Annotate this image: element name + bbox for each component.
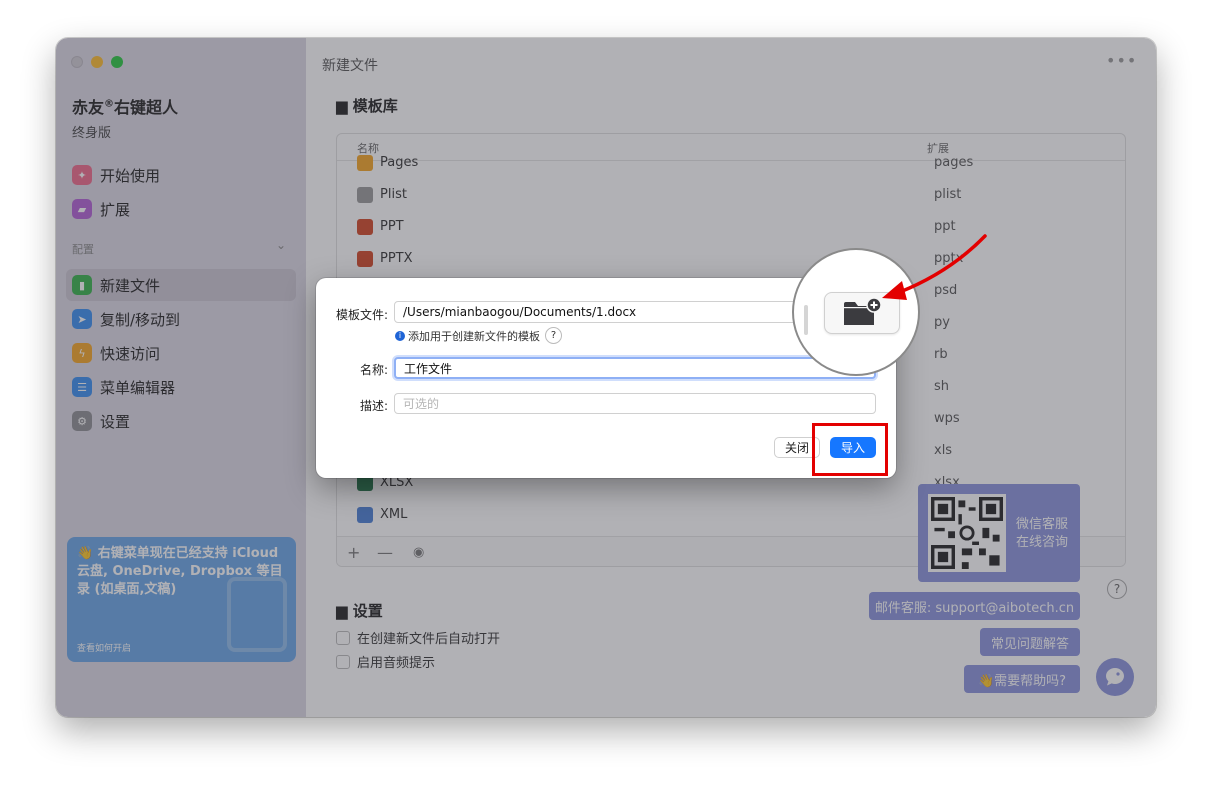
wechat-support-panel[interactable]: 微信客服 在线咨询 [918,484,1080,582]
plist-file-icon [357,187,373,203]
description-input[interactable] [394,393,876,414]
remove-template-button[interactable]: — [377,543,393,562]
row-name: Plist [380,187,407,202]
document-icon: ▆ [336,602,348,620]
name-input[interactable] [394,357,876,379]
row-extension: py [934,315,950,330]
sidebar: 赤友®右键超人 终身版 ✦ 开始使用 ▰ 扩展 配置 ⌄ ▮ 新建文件 ➤ 复制… [56,38,306,717]
audio-hint-label: 启用音频提示 [357,656,436,671]
window-minimize-button[interactable] [91,56,103,68]
row-name: PPT [380,219,404,234]
row-extension: plist [934,187,962,202]
row-name: XML [380,507,408,522]
sidebar-item-label: 新建文件 [100,276,161,295]
bolt-icon: ϟ [72,343,92,363]
window-maximize-button[interactable] [111,56,123,68]
ppt-file-icon [357,219,373,235]
xml-file-icon [357,507,373,523]
choose-folder-button[interactable] [824,292,900,334]
table-row[interactable]: Plist plist [337,179,1125,211]
description-label: 描述: [359,399,388,413]
audio-hint-checkbox[interactable] [336,654,350,669]
sidebar-item-label: 快速访问 [100,344,161,363]
send-icon: ➤ [72,309,92,329]
qr-code [928,494,1006,572]
row-extension: wps [934,411,960,426]
qr-code-icon [931,497,1003,569]
pptx-file-icon [357,251,373,267]
info-icon: i [395,330,405,341]
table-row[interactable]: PPT ppt [337,211,1125,243]
need-help-button[interactable]: 👋需要帮助吗? [964,665,1080,693]
promo-card[interactable]: 👋 右键菜单现在已经支持 iCloud 云盘, OneDrive, Dropbo… [67,537,296,662]
input-edge [804,305,808,335]
wechat-support-text: 微信客服 在线咨询 [1016,517,1069,550]
add-template-button[interactable]: + [347,543,360,562]
sidebar-item-settings[interactable]: ⚙ 设置 [66,405,296,437]
audio-hint-option[interactable]: 启用音频提示 [336,652,435,671]
sidebar-item-label: 菜单编辑器 [100,378,176,397]
app-edition: 终身版 [72,126,112,141]
chat-bubble-icon [1106,668,1124,686]
row-extension: xls [934,443,953,458]
template-file-label: 模板文件: [335,308,388,322]
sidebar-item-quick-access[interactable]: ϟ 快速访问 [66,337,296,369]
list-icon: ☰ [72,377,92,397]
row-extension: sh [934,379,950,394]
settings-title: ▆ 设置 [336,602,383,620]
more-options-icon[interactable]: ••• [1106,51,1137,70]
page-title: 新建文件 [322,58,378,74]
row-extension: rb [934,347,948,362]
sidebar-item-label: 扩展 [100,200,131,219]
faq-button[interactable]: 常见问题解答 [980,628,1080,656]
folder-add-icon [844,297,882,325]
window-close-button[interactable] [71,56,83,68]
row-extension: ppt [934,219,956,234]
options-icon[interactable]: ◉ [413,545,424,560]
sidebar-item-getting-started[interactable]: ✦ 开始使用 [66,159,296,191]
help-question-button[interactable]: ? [545,327,562,344]
import-button-highlight [812,423,888,476]
app-title: 赤友®右键超人 [72,98,179,117]
row-name: Pages [380,155,419,170]
row-extension: pages [934,155,974,170]
new-file-icon: ▮ [72,275,92,295]
promo-link[interactable]: 查看如何开启 [77,641,131,654]
row-extension: pptx [934,251,964,266]
auto-open-label: 在创建新文件后自动打开 [357,632,501,647]
help-question-button[interactable]: ? [1107,579,1127,599]
table-row[interactable]: Pages pages [337,147,1125,179]
chat-bubble-button[interactable] [1096,658,1134,696]
gear-icon: ⚙ [72,411,92,431]
pages-file-icon [357,155,373,171]
extension-icon: ▰ [72,199,92,219]
name-label: 名称: [359,363,388,377]
template-file-input[interactable] [394,301,802,323]
sidebar-item-label: 开始使用 [100,166,161,185]
library-title: ▆ 模板库 [336,97,398,115]
sidebar-item-copy-move[interactable]: ➤ 复制/移动到 [66,303,296,335]
sidebar-item-menu-editor[interactable]: ☰ 菜单编辑器 [66,371,296,403]
promo-text: 👋 右键菜单现在已经支持 iCloud 云盘, OneDrive, Dropbo… [77,546,283,597]
row-name: PPTX [380,251,413,266]
chevron-down-icon[interactable]: ⌄ [276,238,286,252]
sidebar-item-label: 设置 [100,412,131,431]
email-support-button[interactable]: 邮件客服: support@aibotech.cn [869,592,1080,620]
row-extension: psd [934,283,958,298]
template-hint: i 添加用于创建新文件的模板 ? [395,327,562,344]
sidebar-item-new-file[interactable]: ▮ 新建文件 [66,269,296,301]
lightbulb-icon: ✦ [72,165,92,185]
sidebar-item-label: 复制/移动到 [100,310,181,329]
table-row[interactable]: PPTX pptx [337,243,1125,275]
magnifier-callout [792,248,920,376]
config-section-label: 配置 [72,243,94,256]
document-icon: ▆ [336,97,348,115]
auto-open-option[interactable]: 在创建新文件后自动打开 [336,628,500,647]
auto-open-checkbox[interactable] [336,630,350,645]
sidebar-item-extensions[interactable]: ▰ 扩展 [66,193,296,225]
